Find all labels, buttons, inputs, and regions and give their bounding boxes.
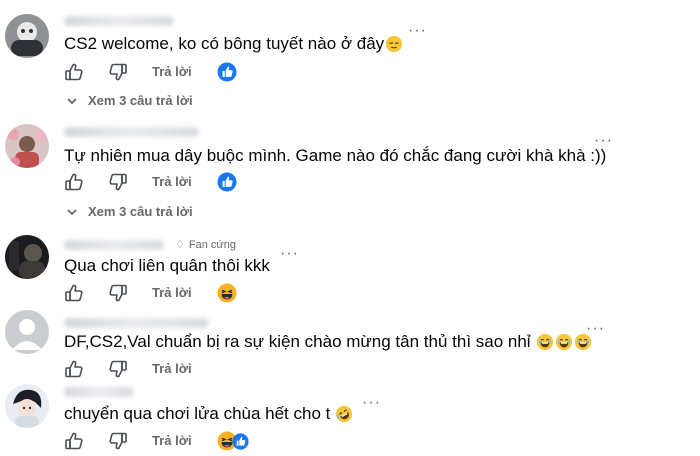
more-options-icon[interactable]: ··· bbox=[594, 132, 613, 150]
laughing-face-icon bbox=[555, 333, 573, 351]
avatar[interactable] bbox=[5, 235, 49, 279]
comment-actions: Trả lời bbox=[64, 431, 284, 451]
reply-button[interactable]: Trả lời bbox=[152, 64, 192, 79]
more-options-icon[interactable]: ··· bbox=[586, 320, 605, 338]
comment-actions: Trả lời bbox=[64, 172, 264, 192]
chevron-down-icon bbox=[66, 95, 78, 107]
comment-text: DF,CS2,Val chuẩn bị ra sự kiện chào mừng… bbox=[64, 332, 592, 352]
reply-button[interactable]: Trả lời bbox=[152, 361, 192, 376]
comment-text-content: CS2 welcome, ko có bông tuyết nào ở đây bbox=[64, 34, 385, 53]
comment-text-content: Qua chơi liên quân thôi kkk bbox=[64, 256, 270, 275]
like-icon[interactable] bbox=[64, 431, 84, 451]
dislike-icon[interactable] bbox=[108, 62, 128, 82]
comment-actions: Trả lời bbox=[64, 359, 264, 379]
avatar[interactable] bbox=[5, 310, 49, 354]
like-reaction-icon[interactable] bbox=[217, 172, 237, 192]
comment-actions: Trả lời bbox=[64, 283, 264, 303]
author-name-blurred[interactable] bbox=[64, 387, 134, 397]
more-options-icon[interactable]: ··· bbox=[362, 394, 381, 412]
author-name-blurred[interactable] bbox=[64, 318, 209, 328]
laughing-face-icon bbox=[536, 333, 554, 351]
avatar[interactable] bbox=[5, 124, 49, 168]
comment-text: CS2 welcome, ko có bông tuyết nào ở đây bbox=[64, 34, 403, 54]
like-icon[interactable] bbox=[64, 359, 84, 379]
reply-button[interactable]: Trả lời bbox=[152, 433, 192, 448]
avatar[interactable] bbox=[5, 384, 49, 428]
dislike-icon[interactable] bbox=[108, 431, 128, 451]
comment-text-content: Tự nhiên mua dây buộc mình. Game nào đó … bbox=[64, 146, 607, 165]
author-name-blurred[interactable] bbox=[64, 16, 174, 26]
badge-label: Fan cứng bbox=[188, 238, 236, 251]
reply-button[interactable]: Trả lời bbox=[152, 174, 192, 189]
top-fan-badge: ♢ Fan cứng bbox=[175, 238, 236, 252]
diamond-icon: ♢ bbox=[175, 239, 185, 251]
dislike-icon[interactable] bbox=[108, 172, 128, 192]
comment-actions: Trả lời bbox=[64, 62, 264, 82]
comment-text: Tự nhiên mua dây buộc mình. Game nào đó … bbox=[64, 146, 606, 166]
reply-button[interactable]: Trả lời bbox=[152, 285, 192, 300]
author-name-blurred[interactable] bbox=[64, 240, 164, 250]
chevron-down-icon bbox=[66, 206, 78, 218]
author-name-blurred[interactable] bbox=[64, 127, 199, 137]
dislike-icon[interactable] bbox=[108, 283, 128, 303]
see-replies-button[interactable]: Xem 3 câu trả lời bbox=[66, 204, 193, 219]
haha-reaction-icon[interactable] bbox=[217, 283, 237, 303]
comment-text: chuyển qua chơi lửa chùa hết cho t bbox=[64, 404, 353, 424]
comment-text: Qua chơi liên quân thôi kkk bbox=[64, 256, 270, 276]
rolling-laughing-face-icon bbox=[335, 405, 353, 423]
see-replies-label: Xem 3 câu trả lời bbox=[88, 93, 193, 108]
relieved-face-icon bbox=[385, 35, 403, 53]
see-replies-label: Xem 3 câu trả lời bbox=[88, 204, 193, 219]
avatar[interactable] bbox=[5, 14, 49, 58]
like-icon[interactable] bbox=[64, 62, 84, 82]
more-options-icon[interactable]: ··· bbox=[280, 245, 299, 263]
comment-text-content: DF,CS2,Val chuẩn bị ra sự kiện chào mừng… bbox=[64, 332, 531, 351]
like-icon[interactable] bbox=[64, 283, 84, 303]
like-reaction-icon[interactable] bbox=[232, 433, 249, 450]
like-icon[interactable] bbox=[64, 172, 84, 192]
see-replies-button[interactable]: Xem 3 câu trả lời bbox=[66, 93, 193, 108]
dislike-icon[interactable] bbox=[108, 359, 128, 379]
more-options-icon[interactable]: ··· bbox=[408, 22, 427, 40]
like-reaction-icon[interactable] bbox=[217, 62, 237, 82]
comment-text-content: chuyển qua chơi lửa chùa hết cho t bbox=[64, 404, 331, 423]
